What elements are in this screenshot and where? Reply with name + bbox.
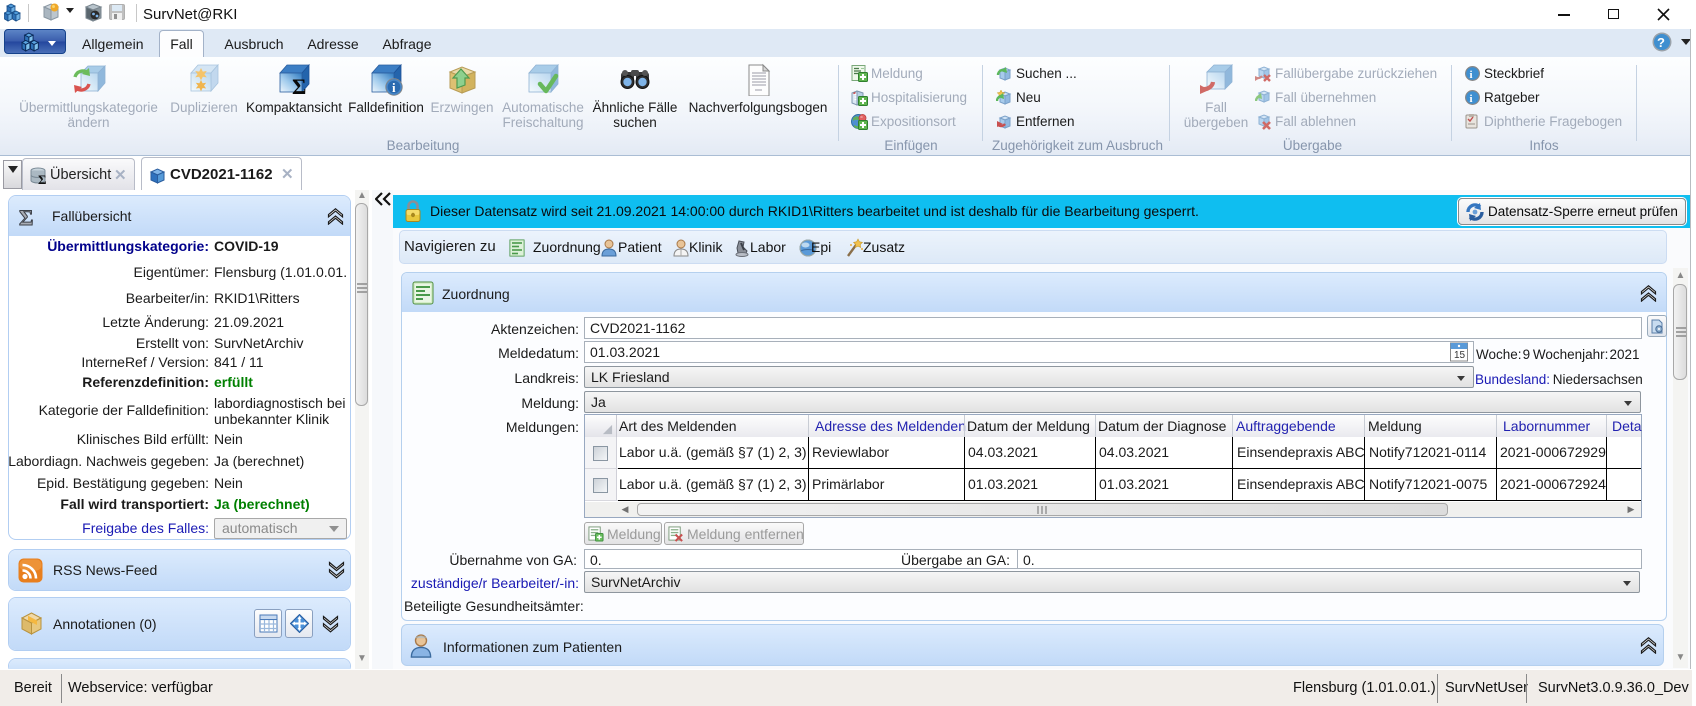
svg-text:Σ: Σ [292, 74, 306, 96]
svg-text:Σ: Σ [19, 205, 33, 228]
svg-text:Σ: Σ [38, 172, 47, 185]
svg-text:i: i [1470, 93, 1473, 105]
svg-text:15: 15 [1454, 350, 1466, 361]
svg-text:i: i [1470, 69, 1473, 81]
svg-text:i: i [392, 80, 396, 95]
svg-text:?: ? [1657, 35, 1665, 50]
